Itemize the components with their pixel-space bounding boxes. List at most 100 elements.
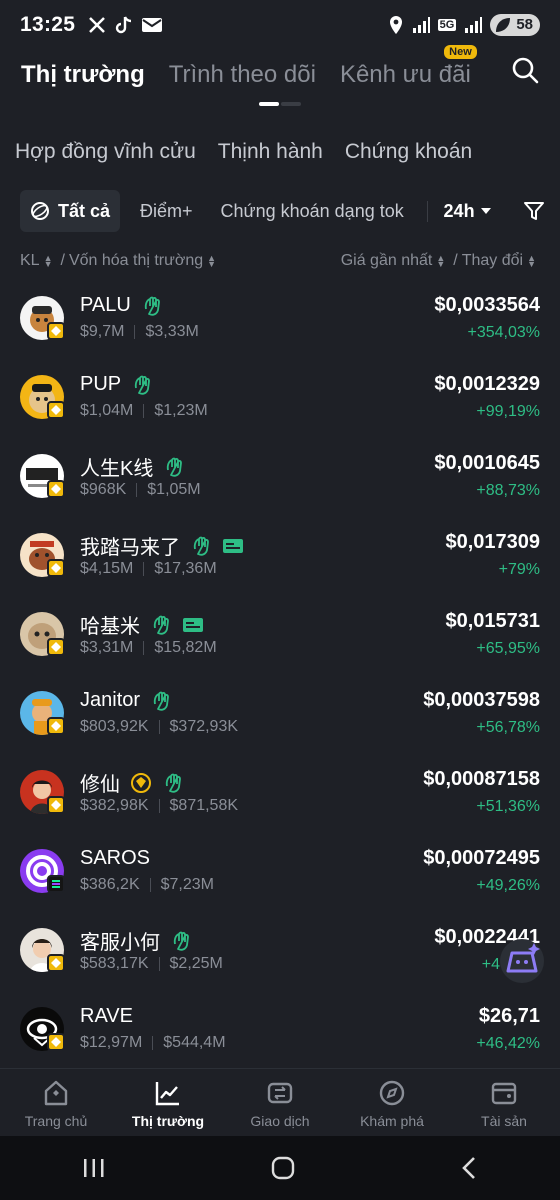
token-name: PUP bbox=[80, 373, 122, 395]
network-type: 5G bbox=[437, 19, 457, 31]
home-button-icon[interactable] bbox=[270, 1155, 296, 1181]
token-market-cap: $871,58K bbox=[169, 797, 239, 814]
token-change: +88,73% bbox=[476, 482, 540, 499]
tab-market[interactable]: Thị trường bbox=[21, 61, 145, 89]
token-list: PALU $9,7M $3,33M $0,0033564 +354,03% PU… bbox=[0, 280, 560, 1070]
table-row[interactable]: PUP $1,04M $1,23M $0,0012329 +99,19% bbox=[0, 359, 560, 438]
bnb-chain-icon bbox=[47, 1033, 65, 1051]
sort-market-cap[interactable]: Vốn hóa thị trường ▲ ▼ bbox=[69, 252, 220, 270]
bnb-chain-icon bbox=[47, 796, 65, 814]
token-price: $0,0012329 bbox=[434, 373, 540, 395]
token-price: $0,017309 bbox=[445, 531, 540, 553]
wallet-icon bbox=[491, 1082, 517, 1105]
location-icon bbox=[389, 16, 402, 34]
table-row[interactable]: 客服小何 $583,17K $2,25M $0,0022441 +4 bbox=[0, 912, 560, 991]
bnb-chain-icon bbox=[47, 954, 65, 972]
wave-hand-icon bbox=[134, 375, 151, 395]
search-icon[interactable] bbox=[510, 55, 540, 85]
table-row[interactable]: 我踏马来了 $4,15M $17,36M $0,017309 +79% bbox=[0, 517, 560, 596]
wave-hand-icon bbox=[144, 296, 160, 316]
recent-apps-icon[interactable] bbox=[81, 1156, 107, 1180]
tab-promotions[interactable]: Kênh ưu đãi New bbox=[339, 45, 477, 89]
token-market-cap: $15,82M bbox=[154, 639, 217, 656]
token-change: +99,19% bbox=[476, 403, 540, 420]
category-trending[interactable]: Thịnh hành bbox=[218, 140, 323, 164]
token-market-cap: $372,93K bbox=[169, 718, 239, 735]
nav-trade[interactable]: Giao dịch bbox=[224, 1069, 336, 1136]
category-stocks[interactable]: Chứng khoán bbox=[345, 140, 472, 164]
table-row[interactable]: Janitor $803,92K $372,93K $0,00037598 +5… bbox=[0, 675, 560, 754]
token-volume: $3,31M bbox=[80, 639, 134, 656]
token-market-cap: $2,25M bbox=[169, 955, 223, 972]
token-change: +49,26% bbox=[476, 877, 540, 894]
ai-assistant-icon[interactable] bbox=[498, 937, 546, 985]
token-name: 哈基米 bbox=[80, 616, 140, 638]
table-row[interactable]: 人生K线 $968K $1,05M $0,0010645 +88,73% bbox=[0, 438, 560, 517]
bnb-chain-icon bbox=[47, 638, 65, 656]
back-icon[interactable] bbox=[459, 1155, 479, 1181]
token-price: $0,0033564 bbox=[434, 294, 540, 316]
table-row[interactable]: RAVE $12,97M $544,4M $26,71 +46,42% bbox=[0, 991, 560, 1070]
token-volume: $386,2K bbox=[80, 876, 140, 893]
tab-promotions-label: Kênh ưu đãi bbox=[339, 61, 471, 88]
nav-discover[interactable]: Khám phá bbox=[336, 1069, 448, 1136]
wave-hand-icon bbox=[193, 536, 209, 556]
token-market-cap: $7,23M bbox=[160, 876, 214, 893]
filter-all-chip[interactable]: Tất cả bbox=[20, 190, 121, 232]
token-name: 客服小何 bbox=[80, 932, 160, 954]
wave-hand-icon bbox=[165, 773, 181, 793]
chart-icon bbox=[155, 1082, 179, 1106]
nav-assets[interactable]: Tài sản bbox=[448, 1069, 560, 1136]
table-row[interactable]: 哈基米 $3,31M $15,82M $0,015731 +65,95% bbox=[0, 596, 560, 675]
gold-badge-icon bbox=[131, 772, 151, 793]
bnb-chain-icon bbox=[47, 322, 65, 340]
wave-hand-icon bbox=[153, 615, 169, 635]
bnb-chain-icon bbox=[47, 717, 65, 735]
signal-icon bbox=[412, 17, 430, 33]
sort-last-price[interactable]: Giá gần nhất ▲ ▼ bbox=[341, 252, 450, 270]
token-market-cap: $1,05M bbox=[147, 481, 201, 498]
token-volume: $4,15M bbox=[80, 560, 134, 577]
token-name: 我踏马来了 bbox=[80, 537, 180, 559]
ticket-icon bbox=[183, 617, 203, 632]
table-row[interactable]: 修仙 $382,98K $871,58K $0,00087158 +51,36% bbox=[0, 754, 560, 833]
signal-icon-2 bbox=[465, 17, 483, 33]
token-volume: $968K bbox=[80, 481, 127, 498]
bnb-chain-icon bbox=[47, 401, 65, 419]
filter-points-chip[interactable]: Điểm+ bbox=[140, 201, 193, 222]
token-market-cap: $544,4M bbox=[163, 1034, 226, 1051]
bnb-chain-icon bbox=[47, 480, 65, 498]
solana-chain-icon bbox=[47, 875, 65, 893]
filter-icon[interactable] bbox=[523, 200, 545, 222]
table-row[interactable]: SAROS $386,2K $7,23M $0,00072495 +49,26% bbox=[0, 833, 560, 912]
token-change: +46,42% bbox=[476, 1035, 540, 1052]
category-perpetual[interactable]: Hợp đồng vĩnh cửu bbox=[15, 140, 196, 164]
token-volume: $583,17K bbox=[80, 955, 149, 972]
status-time: 13:25 bbox=[20, 13, 76, 36]
table-row[interactable]: PALU $9,7M $3,33M $0,0033564 +354,03% bbox=[0, 280, 560, 359]
category-tabs: Hợp đồng vĩnh cửu Thịnh hành Chứng khoán bbox=[15, 140, 472, 164]
token-name: RAVE bbox=[80, 1005, 133, 1027]
sort-change[interactable]: Thay đổi ▲ ▼ bbox=[462, 252, 540, 270]
nav-home[interactable]: Trang chủ bbox=[0, 1069, 112, 1136]
column-headers: KL ▲ ▼ / Vốn hóa thị trường ▲ ▼ Giá gần nhất… bbox=[20, 250, 540, 272]
token-change: +79% bbox=[498, 561, 540, 578]
filter-row: Tất cả Điểm+ Chứng khoán dạng tok 24h bbox=[20, 190, 545, 232]
bottom-nav: Trang chủ Thị trường Giao dịch Khám phá … bbox=[0, 1068, 560, 1136]
token-price: $0,00037598 bbox=[423, 689, 540, 711]
tab-watchlist[interactable]: Trình theo dõi bbox=[169, 61, 316, 89]
status-bar: 13:25 5G 58 bbox=[0, 0, 560, 50]
token-name: 修仙 bbox=[80, 774, 120, 796]
new-badge: New bbox=[444, 45, 477, 59]
period-selector[interactable]: 24h bbox=[426, 200, 491, 222]
nav-market[interactable]: Thị trường bbox=[112, 1069, 224, 1136]
token-change: +65,95% bbox=[476, 640, 540, 657]
sort-volume[interactable]: KL ▲ ▼ bbox=[20, 252, 57, 270]
page-dot bbox=[281, 102, 301, 106]
bnb-chain-icon bbox=[47, 559, 65, 577]
tiktok-icon bbox=[116, 16, 132, 34]
filter-tokenized-chip[interactable]: Chứng khoán dạng tok bbox=[221, 201, 411, 222]
token-price: $0,0010645 bbox=[434, 452, 540, 474]
token-change: +56,78% bbox=[476, 719, 540, 736]
leaf-icon bbox=[496, 18, 511, 32]
